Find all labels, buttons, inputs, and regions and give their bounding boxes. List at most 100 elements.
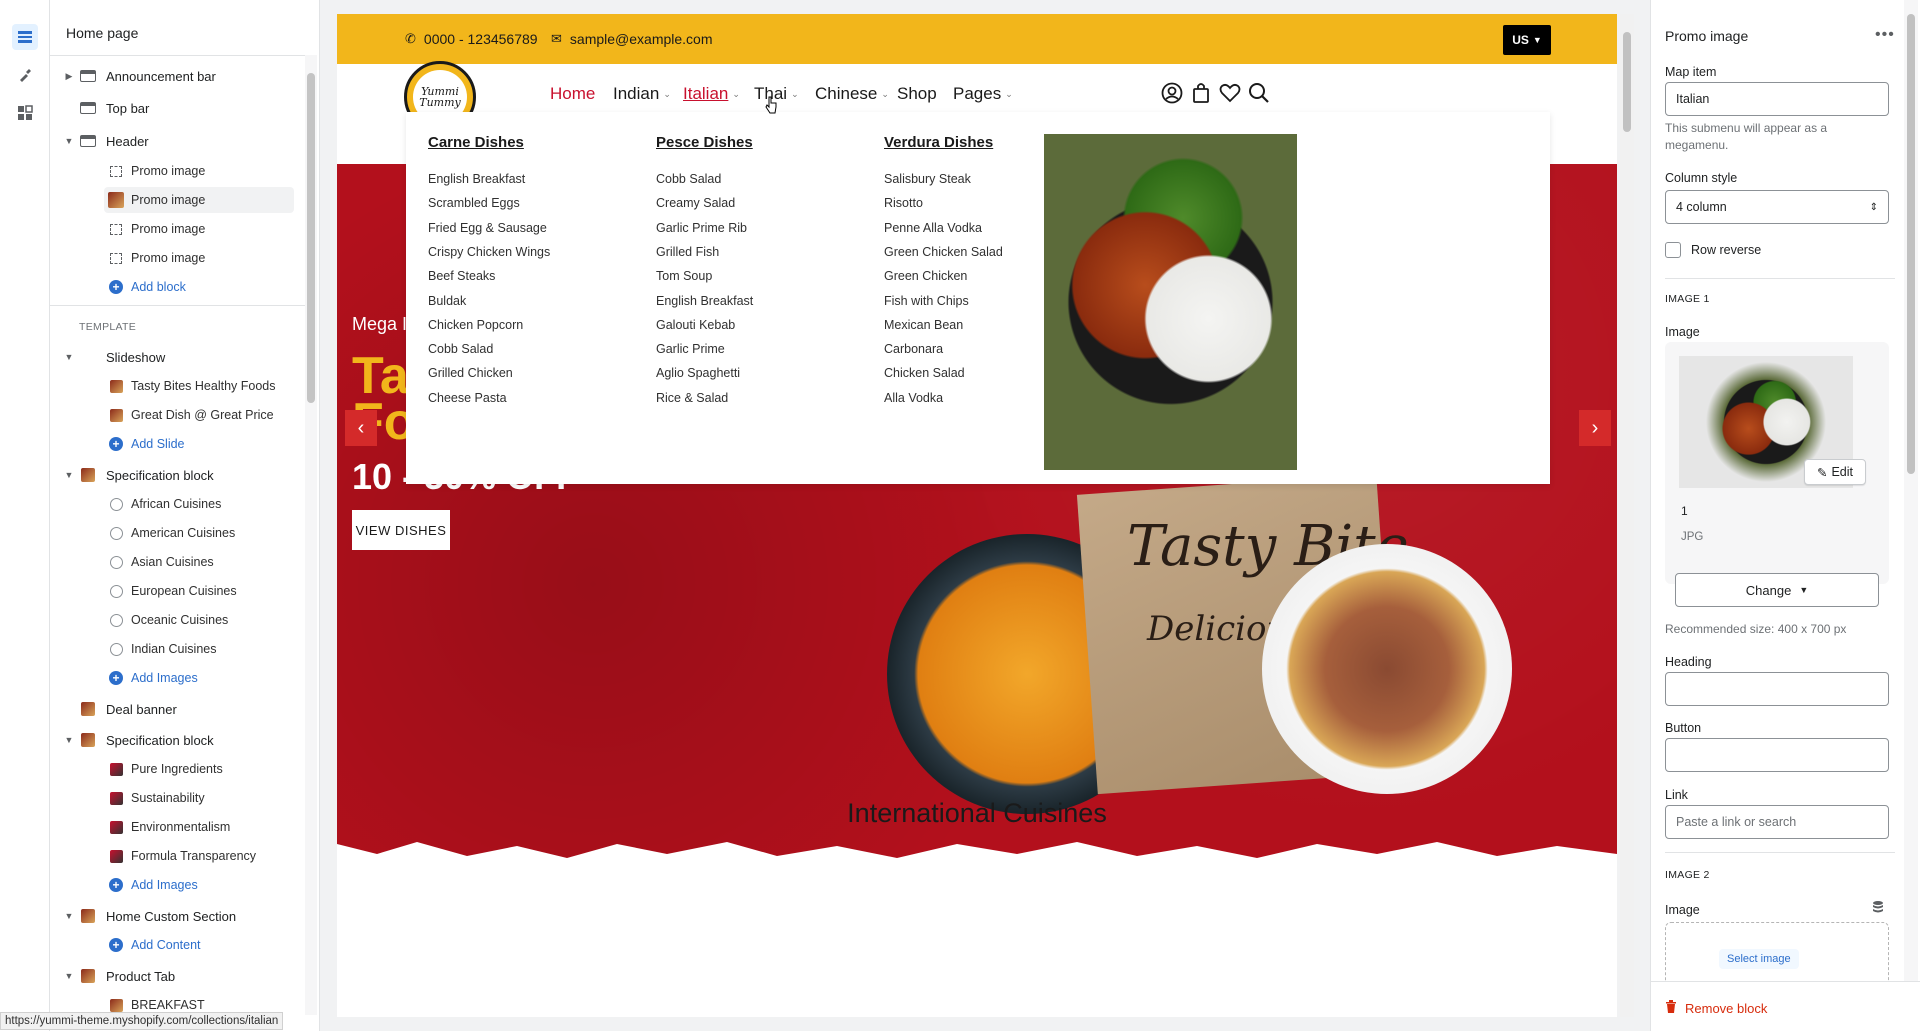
megamenu-link[interactable]: Penne Alla Vodka	[884, 221, 982, 235]
megamenu-link[interactable]: Garlic Prime	[656, 342, 725, 356]
megamenu-link[interactable]: Cobb Salad	[428, 342, 493, 356]
account-icon[interactable]	[1159, 80, 1185, 106]
link-input[interactable]: Paste a link or search	[1665, 805, 1889, 839]
megamenu-link[interactable]: Salisbury Steak	[884, 172, 971, 186]
promo-image-chicken-rice[interactable]	[1044, 134, 1297, 470]
megamenu-link[interactable]: Chicken Salad	[884, 366, 965, 380]
search-icon[interactable]	[1246, 80, 1272, 106]
tree-block[interactable]: American Cuisines	[50, 520, 298, 546]
collapse-caret-icon[interactable]: ▼	[64, 735, 74, 745]
expand-caret-icon[interactable]: ▶	[64, 71, 74, 82]
view-dishes-button[interactable]: VIEW DISHES	[352, 510, 450, 550]
megamenu-link[interactable]: English Breakfast	[428, 172, 525, 186]
megamenu-link[interactable]: Tom Soup	[656, 269, 712, 283]
tree-section[interactable]: ▼ Home Custom Section	[50, 903, 298, 929]
megamenu-link[interactable]: Grilled Chicken	[428, 366, 513, 380]
preview-scrollbar[interactable]	[1620, 14, 1634, 1017]
collapse-caret-icon[interactable]: ▼	[64, 470, 74, 480]
megamenu-link[interactable]: Beef Steaks	[428, 269, 495, 283]
megamenu-link[interactable]: Cobb Salad	[656, 172, 721, 186]
megamenu-column-heading[interactable]: Pesce Dishes	[656, 134, 753, 151]
tree-item-promo-image[interactable]: Promo image	[50, 158, 298, 184]
slide-prev-button[interactable]: ‹	[345, 410, 377, 446]
scrollbar-thumb[interactable]	[307, 73, 315, 403]
email-contact[interactable]: ✉ sample@example.com	[551, 31, 713, 47]
megamenu-link[interactable]: Garlic Prime Rib	[656, 221, 747, 235]
tree-block[interactable]: Formula Transparency	[50, 843, 298, 869]
collapse-caret-icon[interactable]: ▼	[64, 971, 74, 981]
add-block-button[interactable]: + Add block	[50, 274, 298, 300]
add-item-button[interactable]: + Add Content	[50, 932, 298, 958]
megamenu-link[interactable]: Carbonara	[884, 342, 943, 356]
tree-block[interactable]: Sustainability	[50, 785, 298, 811]
panel-scrollbar[interactable]	[305, 55, 317, 1015]
apps-icon[interactable]	[12, 100, 38, 126]
tree-block[interactable]: Asian Cuisines	[50, 549, 298, 575]
phone-contact[interactable]: ✆ 0000 - 123456789	[405, 31, 538, 47]
tree-section[interactable]: ▼ Specification block	[50, 462, 298, 488]
megamenu-link[interactable]: Alla Vodka	[884, 391, 943, 405]
megamenu-link[interactable]: Cheese Pasta	[428, 391, 507, 405]
column-style-select[interactable]: 4 column ⇕	[1665, 190, 1889, 224]
tree-section[interactable]: ▼ Specification block	[50, 727, 298, 753]
tree-item-header[interactable]: ▼ Header	[50, 128, 298, 154]
megamenu-column-heading[interactable]: Carne Dishes	[428, 134, 524, 151]
row-reverse-checkbox[interactable]	[1665, 242, 1681, 258]
scrollbar-thumb[interactable]	[1623, 32, 1631, 132]
more-options-icon[interactable]: •••	[1875, 26, 1895, 44]
megamenu-link[interactable]: Chicken Popcorn	[428, 318, 523, 332]
panel-scrollbar[interactable]	[1904, 0, 1918, 981]
tree-block[interactable]: Tasty Bites Healthy Foods	[50, 373, 298, 399]
collapse-caret-icon[interactable]: ▼	[64, 352, 74, 362]
megamenu-link[interactable]: Green Chicken	[884, 269, 967, 283]
theme-settings-icon[interactable]	[12, 62, 38, 88]
collapse-caret-icon[interactable]: ▼	[64, 136, 74, 146]
megamenu-link[interactable]: Scrambled Eggs	[428, 196, 520, 210]
megamenu-link[interactable]: Green Chicken Salad	[884, 245, 1003, 259]
nav-item-indian[interactable]: Indian ⌄	[613, 84, 671, 104]
cart-bag-icon[interactable]	[1188, 80, 1214, 106]
tree-block[interactable]: European Cuisines	[50, 578, 298, 604]
tree-section[interactable]: ▼ Slideshow	[50, 344, 298, 370]
map-item-input[interactable]: Italian	[1665, 82, 1889, 116]
megamenu-link[interactable]: Risotto	[884, 196, 923, 210]
remove-block-button[interactable]: Remove block	[1665, 1000, 1767, 1016]
tree-block[interactable]: African Cuisines	[50, 491, 298, 517]
currency-selector[interactable]: US ▼	[1503, 25, 1551, 55]
tree-item-promo-image[interactable]: Promo image	[50, 245, 298, 271]
nav-item-thai[interactable]: Thai ⌄	[754, 84, 799, 104]
tree-block[interactable]: Great Dish @ Great Price	[50, 402, 298, 428]
tree-item-top-bar[interactable]: Top bar	[50, 95, 298, 121]
dynamic-source-icon[interactable]	[1871, 900, 1885, 914]
add-item-button[interactable]: + Add Slide	[50, 431, 298, 457]
tree-block[interactable]: Environmentalism	[50, 814, 298, 840]
tree-block[interactable]: Oceanic Cuisines	[50, 607, 298, 633]
add-item-button[interactable]: + Add Images	[50, 872, 298, 898]
megamenu-link[interactable]: English Breakfast	[656, 294, 753, 308]
tree-block[interactable]: Pure Ingredients	[50, 756, 298, 782]
megamenu-link[interactable]: Grilled Fish	[656, 245, 719, 259]
tree-item-promo-image[interactable]: Promo image	[50, 216, 298, 242]
tree-item-announcement-bar[interactable]: ▶ Announcement bar	[50, 63, 298, 89]
nav-item-pages[interactable]: Pages ⌄	[953, 84, 1013, 104]
megamenu-column-heading[interactable]: Verdura Dishes	[884, 134, 993, 151]
button-input[interactable]	[1665, 738, 1889, 772]
select-image-button[interactable]: Select image	[1719, 949, 1799, 969]
megamenu-link[interactable]: Rice & Salad	[656, 391, 728, 405]
change-image-button[interactable]: Change ▼	[1675, 573, 1879, 607]
wishlist-heart-icon[interactable]	[1217, 80, 1243, 106]
tree-item-promo-image-selected[interactable]: Promo image	[104, 187, 294, 213]
megamenu-link[interactable]: Buldak	[428, 294, 466, 308]
tree-block[interactable]: Indian Cuisines	[50, 636, 298, 662]
add-item-button[interactable]: + Add Images	[50, 665, 298, 691]
megamenu-link[interactable]: Fish with Chips	[884, 294, 969, 308]
megamenu-link[interactable]: Fried Egg & Sausage	[428, 221, 547, 235]
sections-icon[interactable]	[12, 24, 38, 50]
collapse-caret-icon[interactable]: ▼	[64, 911, 74, 921]
megamenu-link[interactable]: Creamy Salad	[656, 196, 735, 210]
megamenu-link[interactable]: Mexican Bean	[884, 318, 963, 332]
slide-next-button[interactable]: ›	[1579, 410, 1611, 446]
nav-item-chinese[interactable]: Chinese ⌄	[815, 84, 889, 104]
nav-item-italian[interactable]: Italian ⌄	[683, 84, 740, 104]
nav-item-home[interactable]: Home	[550, 84, 595, 104]
